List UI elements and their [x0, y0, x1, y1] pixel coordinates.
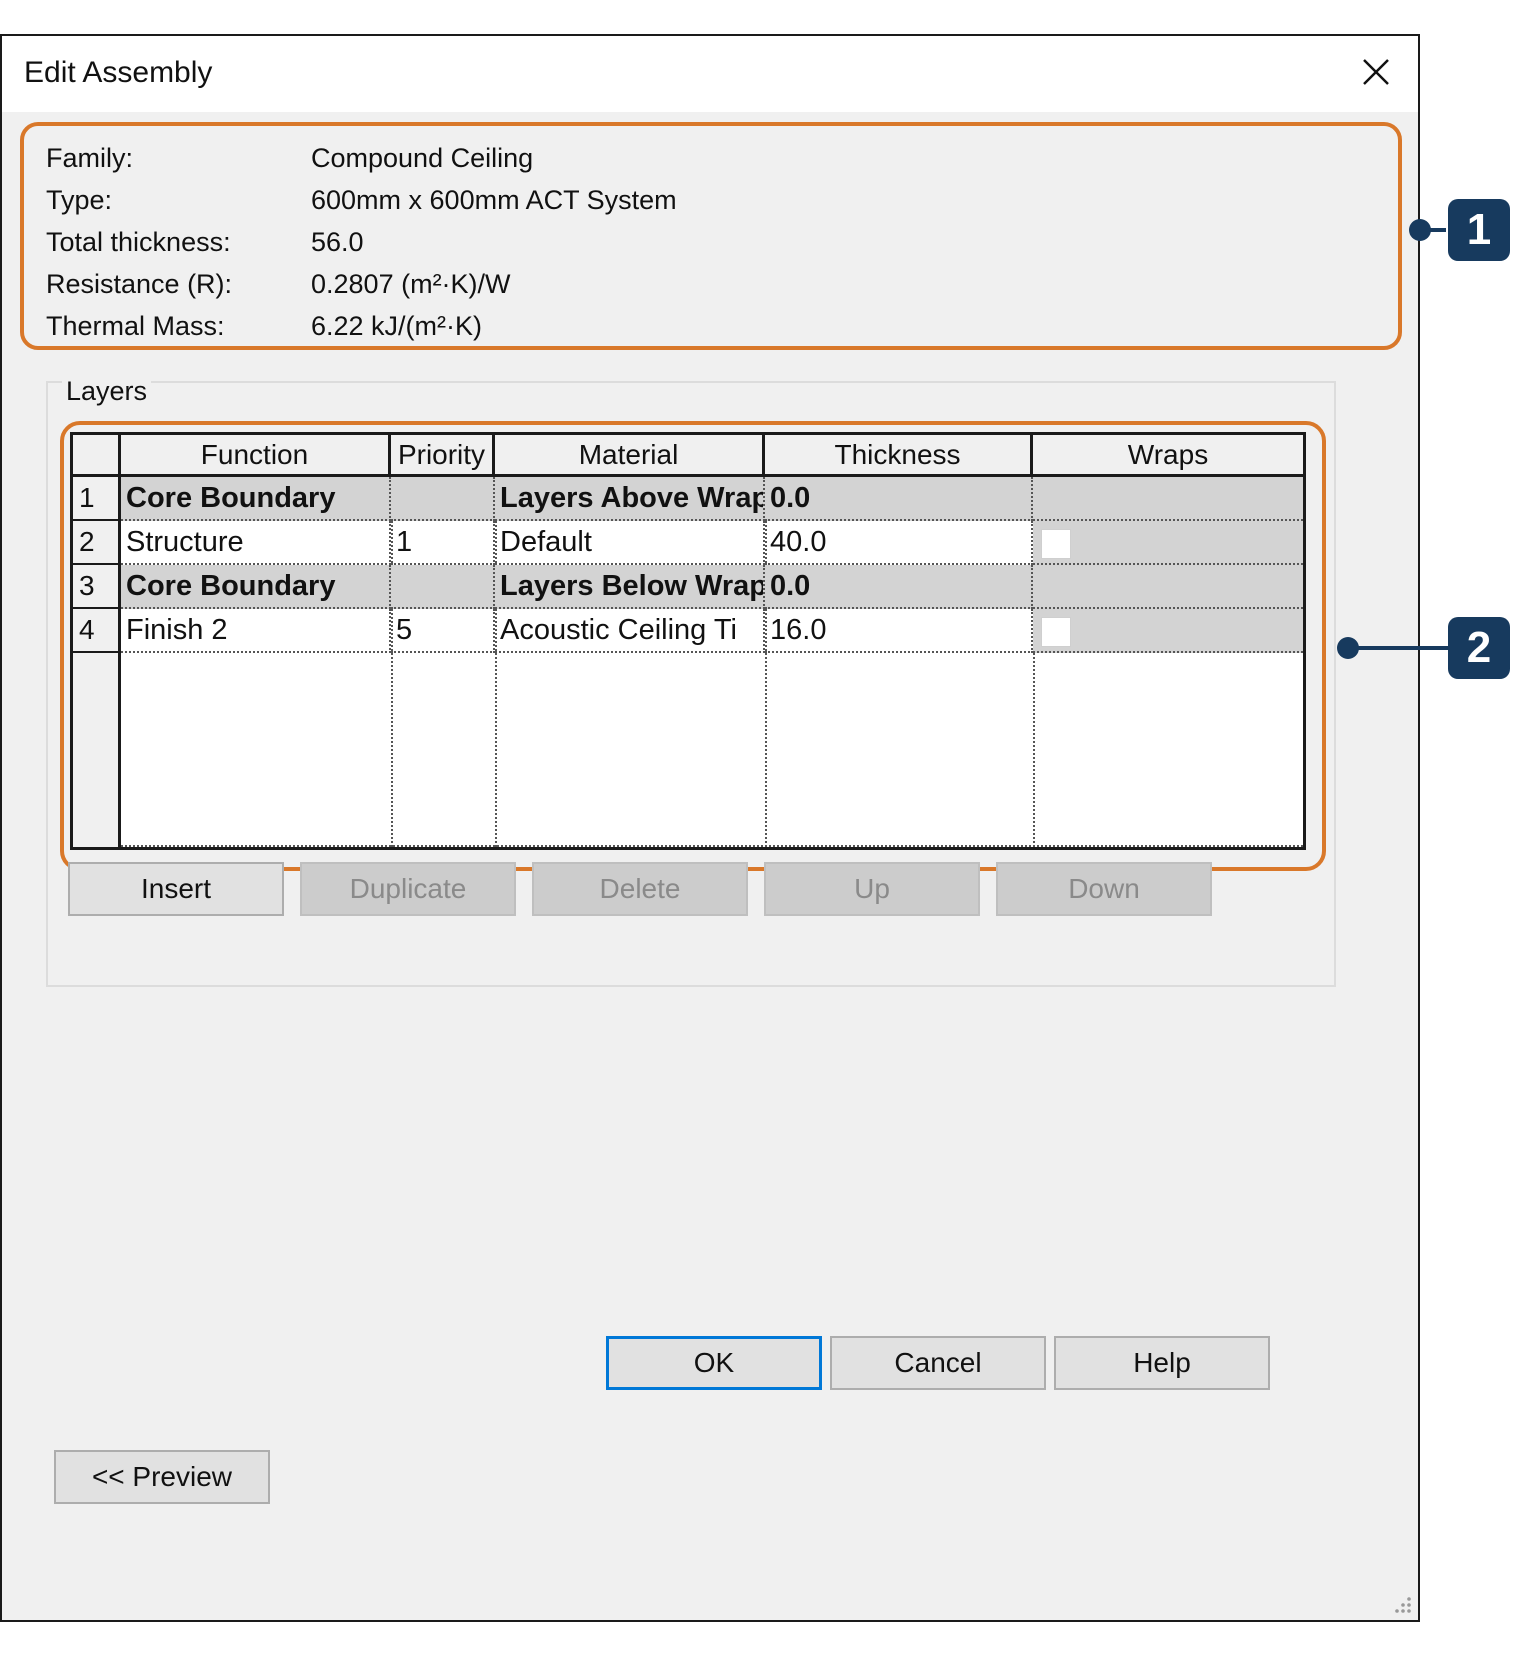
delete-button[interactable]: Delete	[532, 862, 748, 916]
cell-material[interactable]: Layers Above Wrap	[495, 477, 765, 521]
grid-bottom-line	[121, 845, 1303, 847]
cell-function[interactable]: Core Boundary	[121, 477, 391, 521]
up-button[interactable]: Up	[764, 862, 980, 916]
close-icon	[1363, 59, 1389, 85]
close-button[interactable]	[1354, 50, 1398, 94]
cell-material[interactable]: Acoustic Ceiling Ti	[495, 609, 765, 653]
row-number[interactable]: 3	[73, 565, 121, 609]
cell-wraps	[1033, 521, 1303, 565]
wraps-checkbox[interactable]	[1041, 617, 1071, 647]
callout-1-badge: 1	[1448, 199, 1510, 261]
row-number[interactable]: 4	[73, 609, 121, 653]
help-button[interactable]: Help	[1054, 1336, 1270, 1390]
info-value: 6.22 kJ/(m²·K)	[311, 311, 483, 341]
row-number[interactable]: 1	[73, 477, 121, 521]
column-header-function[interactable]: Function	[121, 435, 391, 477]
cell-priority[interactable]	[391, 477, 495, 521]
cell-wraps	[1033, 609, 1303, 653]
layers-table: Function Priority Material Thickness Wra…	[70, 432, 1306, 850]
cell-function[interactable]: Structure	[121, 521, 391, 565]
cell-material[interactable]: Layers Below Wrap	[495, 565, 765, 609]
layers-group-label: Layers	[62, 371, 152, 411]
info-value: 0.2807 (m²·K)/W	[311, 269, 511, 299]
edit-assembly-dialog: Edit Assembly Family: Compound Ceiling T…	[0, 34, 1420, 1622]
cell-thickness[interactable]: 0.0	[765, 477, 1033, 521]
cell-wraps	[1033, 565, 1303, 609]
corner-header	[73, 435, 121, 477]
callout-2-line	[1355, 646, 1448, 650]
cell-thickness[interactable]: 40.0	[765, 521, 1033, 565]
assembly-info-highlight: Family: Compound Ceiling Type: 600mm x 6…	[20, 122, 1402, 350]
column-header-wraps[interactable]: Wraps	[1033, 435, 1303, 477]
cell-material[interactable]: Default	[495, 521, 765, 565]
cell-priority[interactable]: 1	[391, 521, 495, 565]
cell-function[interactable]: Finish 2	[121, 609, 391, 653]
info-label: Resistance (R):	[46, 269, 233, 299]
column-header-material[interactable]: Material	[495, 435, 765, 477]
cell-thickness[interactable]: 16.0	[765, 609, 1033, 653]
wraps-checkbox[interactable]	[1041, 529, 1071, 559]
cell-priority[interactable]	[391, 565, 495, 609]
info-label: Family:	[46, 143, 133, 173]
preview-button[interactable]: << Preview	[54, 1450, 270, 1504]
cancel-button[interactable]: Cancel	[830, 1336, 1046, 1390]
dialog-title: Edit Assembly	[24, 56, 213, 89]
down-button[interactable]: Down	[996, 862, 1212, 916]
resize-grip-icon[interactable]	[1390, 1592, 1412, 1614]
ok-button[interactable]: OK	[606, 1336, 822, 1390]
column-header-priority[interactable]: Priority	[391, 435, 495, 477]
info-label: Thermal Mass:	[46, 311, 225, 341]
duplicate-button[interactable]: Duplicate	[300, 862, 516, 916]
cell-wraps	[1033, 477, 1303, 521]
info-value: 600mm x 600mm ACT System	[311, 185, 677, 215]
cell-thickness[interactable]: 0.0	[765, 565, 1033, 609]
cell-priority[interactable]: 5	[391, 609, 495, 653]
row-number[interactable]: 2	[73, 521, 121, 565]
callout-1-line	[1428, 228, 1446, 232]
info-value: 56.0	[311, 227, 364, 257]
column-header-thickness[interactable]: Thickness	[765, 435, 1033, 477]
callout-2-badge: 2	[1448, 617, 1510, 679]
insert-button[interactable]: Insert	[68, 862, 284, 916]
title-bar: Edit Assembly	[2, 36, 1418, 112]
info-label: Total thickness:	[46, 227, 231, 257]
cell-function[interactable]: Core Boundary	[121, 565, 391, 609]
info-value: Compound Ceiling	[311, 143, 534, 173]
info-label: Type:	[46, 185, 113, 215]
